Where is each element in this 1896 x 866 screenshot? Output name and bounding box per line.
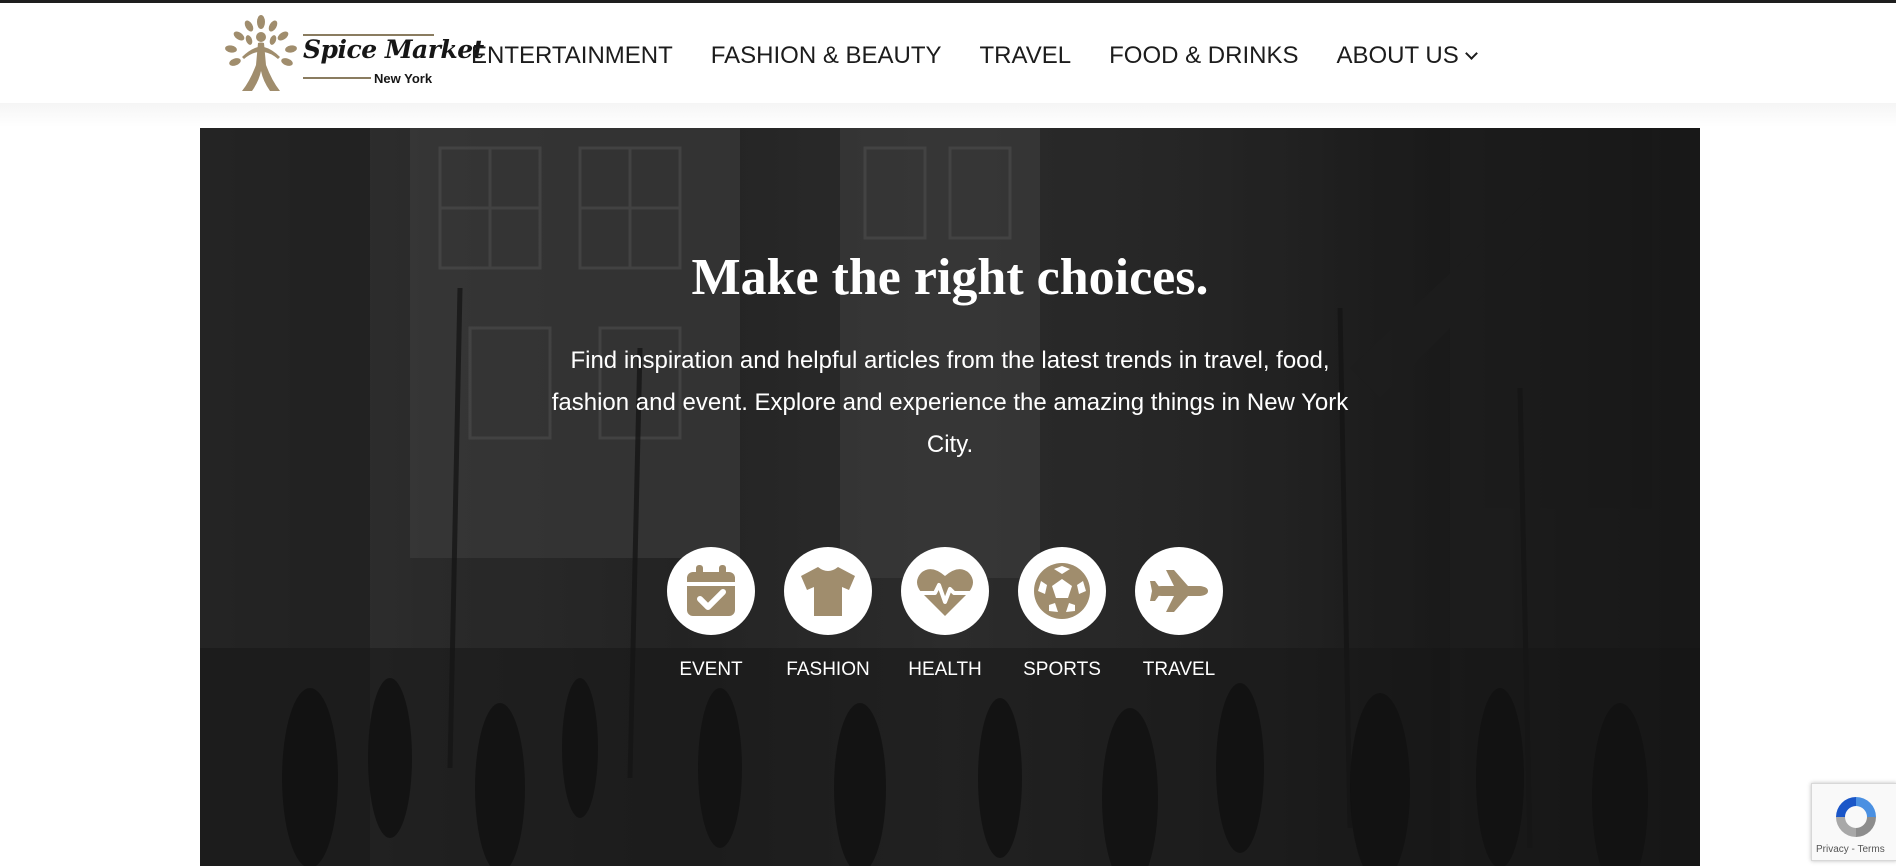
- nav-item-label: TRAVEL: [979, 42, 1072, 69]
- airplane-icon: [1150, 570, 1208, 612]
- recaptcha-icon: [1836, 797, 1876, 837]
- tshirt-icon: [801, 567, 855, 616]
- city-street-background-image: [200, 128, 1700, 866]
- site-logo[interactable]: Spice Market New York: [222, 15, 484, 95]
- nav-item-food-drinks[interactable]: FOOD & DRINKS: [1109, 42, 1298, 70]
- category-icon-circle: [1135, 547, 1223, 635]
- recaptcha-badge[interactable]: Privacy - Terms: [1811, 783, 1896, 861]
- logo-title: Spice Market: [303, 35, 484, 64]
- category-event[interactable]: EVENT: [667, 547, 755, 681]
- site-header: Spice Market New York ENTERTAINMENT FASH…: [0, 3, 1896, 103]
- main-nav: ENTERTAINMENT FASHION & BEAUTY TRAVEL FO…: [471, 41, 1478, 71]
- nav-item-label: FOOD & DRINKS: [1109, 42, 1299, 69]
- recaptcha-privacy-terms[interactable]: Privacy - Terms: [1816, 844, 1885, 855]
- heartbeat-icon: [917, 569, 973, 616]
- category-icon-circle: [1018, 547, 1106, 635]
- category-label: EVENT: [679, 659, 743, 680]
- nav-item-label: FASHION & BEAUTY: [710, 42, 942, 69]
- hero-title: Make the right choices.: [691, 249, 1209, 306]
- logo-subtitle: New York: [374, 71, 433, 86]
- category-sports[interactable]: SPORTS: [1018, 547, 1106, 681]
- category-health[interactable]: HEALTH: [901, 547, 989, 681]
- category-list: EVENT FASHION HEALTH SPORTS TRAVEL: [667, 547, 1223, 681]
- nav-item-travel[interactable]: TRAVEL: [980, 42, 1072, 70]
- nav-item-label: ABOUT US: [1336, 42, 1459, 69]
- tree-logo-icon: [225, 15, 297, 91]
- nav-item-fashion-beauty[interactable]: FASHION & BEAUTY: [711, 42, 942, 70]
- nav-item-about-us[interactable]: ABOUT US: [1336, 42, 1478, 70]
- calendar-check-icon: [687, 565, 735, 616]
- category-label: HEALTH: [908, 659, 982, 680]
- category-label: FASHION: [786, 659, 870, 680]
- soccer-ball-icon: [1034, 563, 1090, 619]
- category-icon-circle: [901, 547, 989, 635]
- category-icon-circle: [784, 547, 872, 635]
- logo-underline: [303, 77, 371, 79]
- category-label: SPORTS: [1023, 659, 1101, 680]
- category-label: TRAVEL: [1142, 659, 1216, 680]
- nav-item-entertainment[interactable]: ENTERTAINMENT: [471, 42, 673, 70]
- category-fashion[interactable]: FASHION: [784, 547, 872, 681]
- category-travel[interactable]: TRAVEL: [1135, 547, 1223, 681]
- nav-item-label: ENTERTAINMENT: [471, 42, 673, 69]
- category-icon-circle: [667, 547, 755, 635]
- chevron-down-icon: [1464, 46, 1478, 60]
- header-shadow: [0, 103, 1896, 127]
- hero-description: Find inspiration and helpful articles fr…: [551, 347, 1349, 458]
- hero-banner: Make the right choices. Find inspiration…: [200, 128, 1700, 866]
